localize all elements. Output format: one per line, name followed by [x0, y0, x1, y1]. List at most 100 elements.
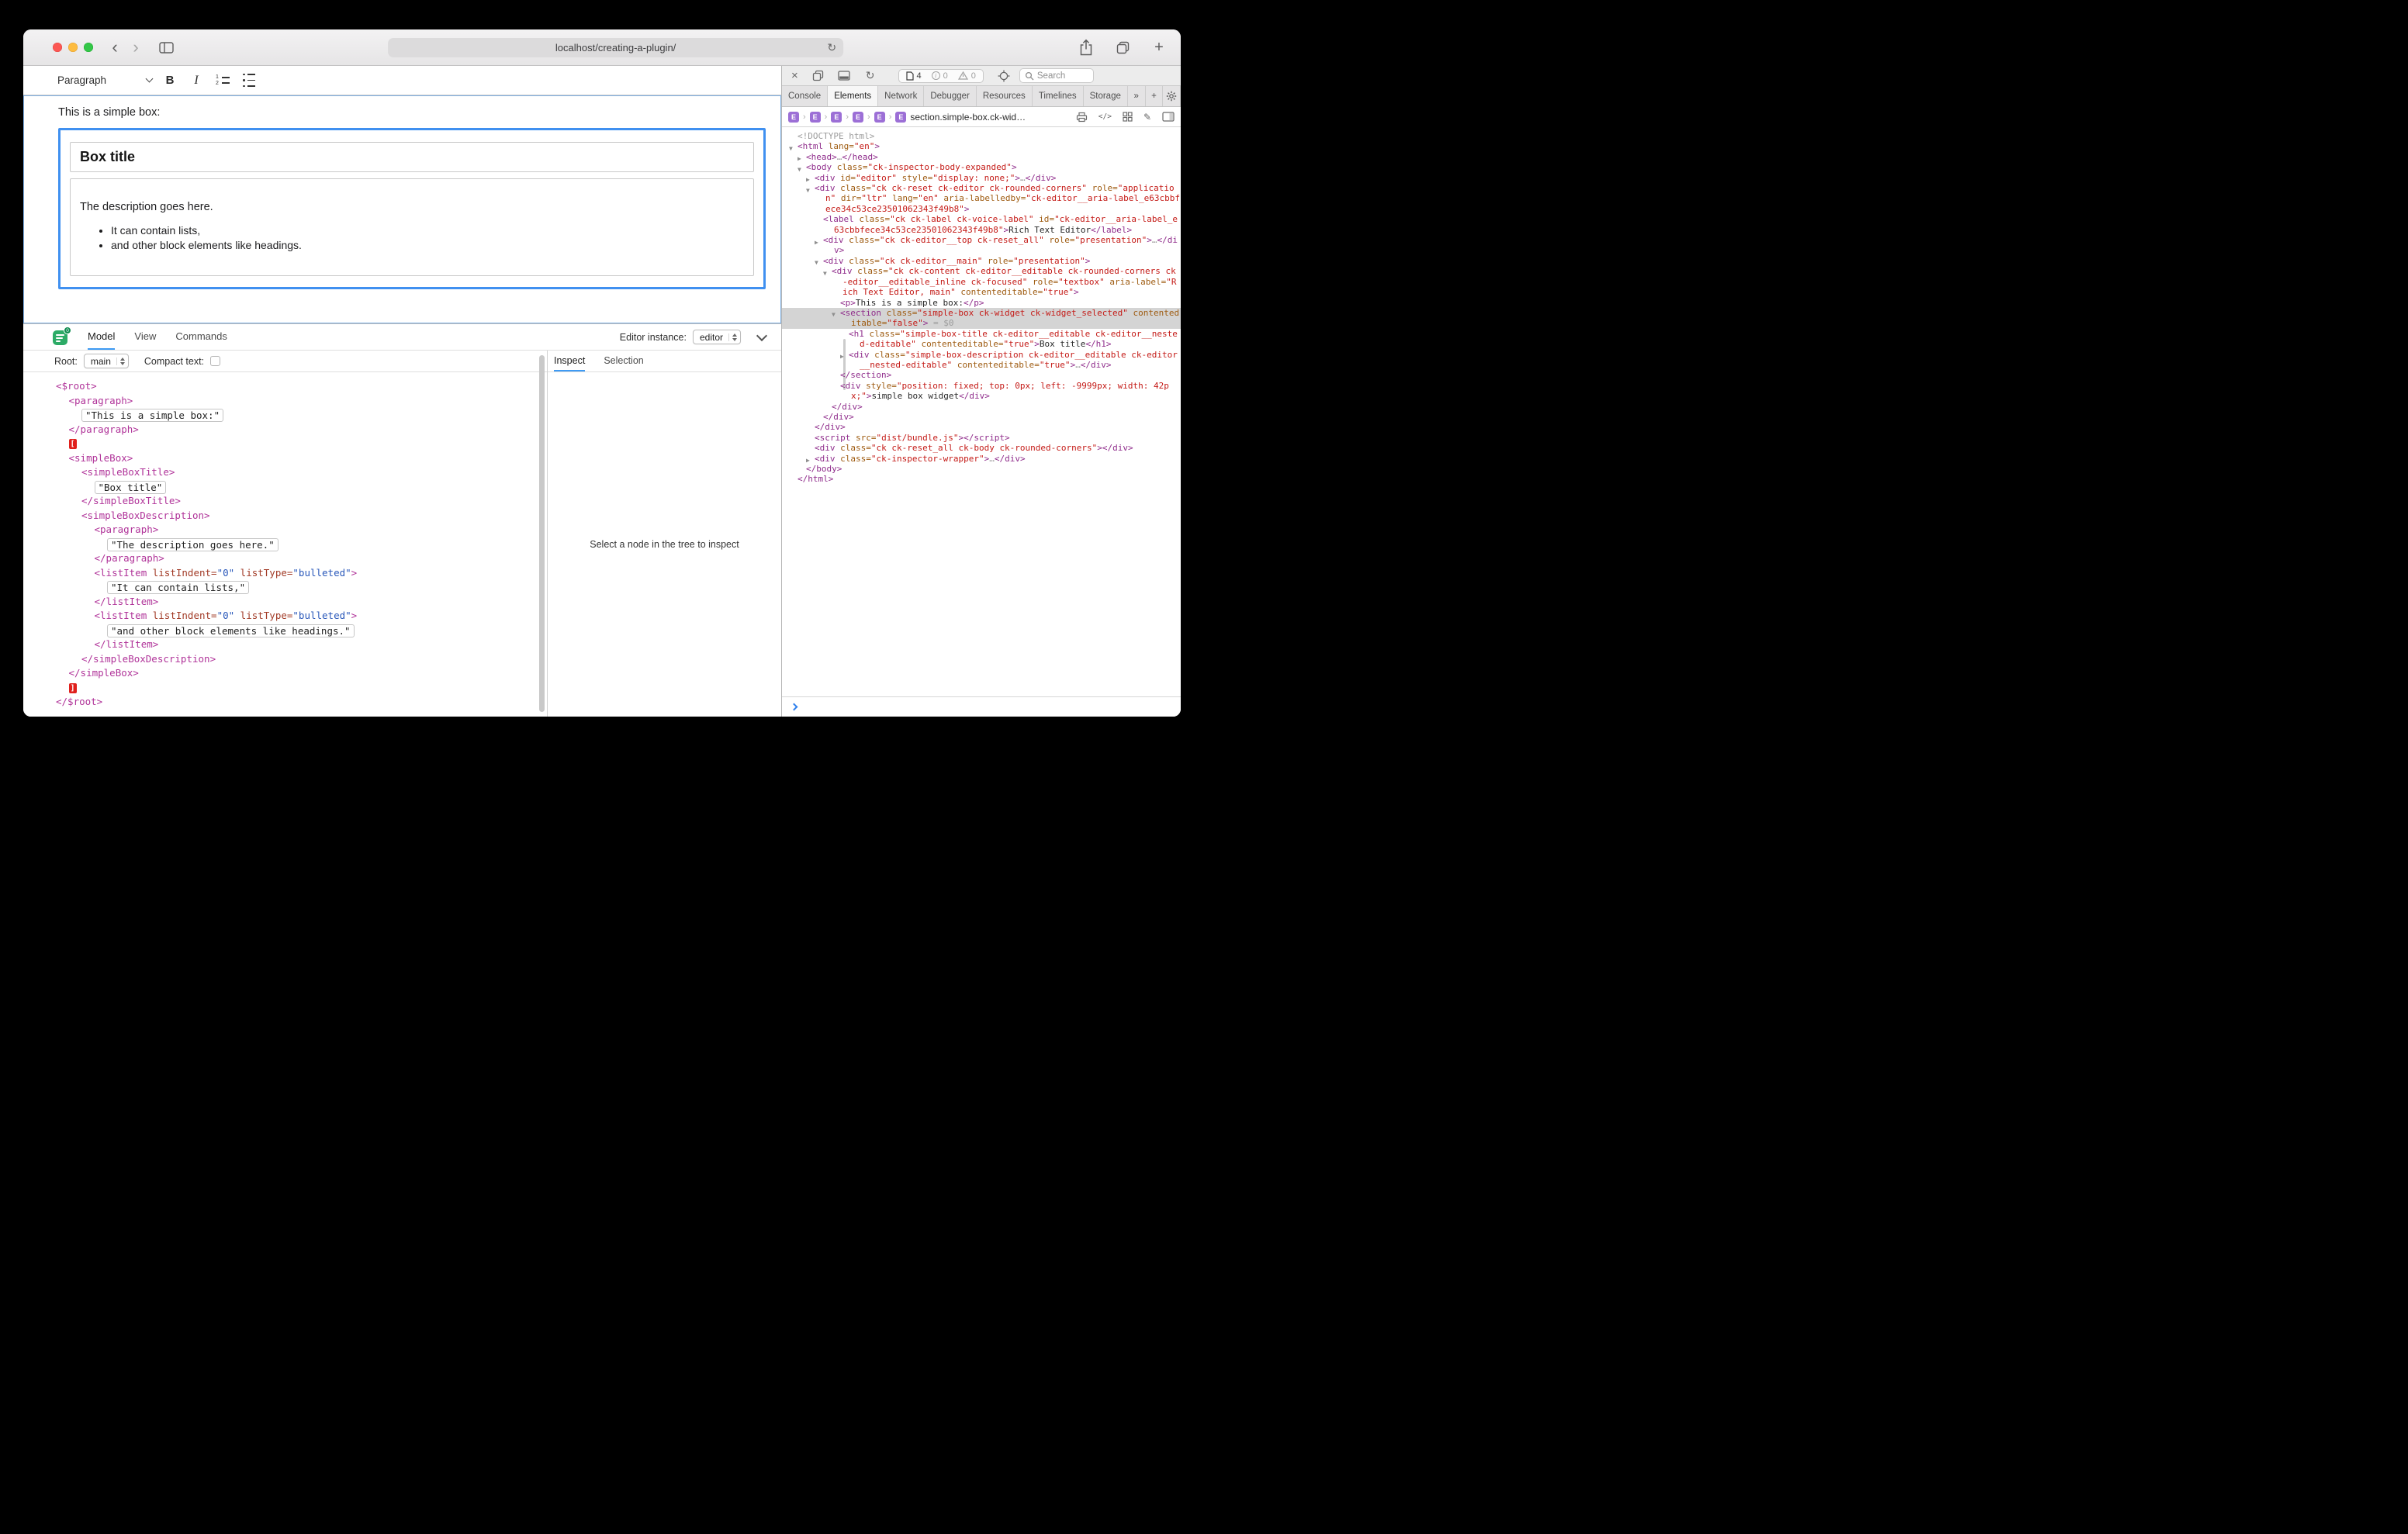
- dom-tree-line[interactable]: </section>: [782, 370, 1181, 380]
- intro-paragraph[interactable]: This is a simple box:: [58, 106, 766, 119]
- numbered-list-button[interactable]: 1 2: [214, 71, 231, 91]
- show-source-button[interactable]: </>: [1098, 112, 1112, 121]
- inspector-tab-network[interactable]: Network: [878, 86, 924, 106]
- model-tree-line[interactable]: <listItem listIndent="0" listType="bulle…: [56, 566, 536, 581]
- model-tree-line[interactable]: <paragraph>: [56, 394, 536, 409]
- model-tree-line[interactable]: "The description goes here.": [56, 537, 536, 552]
- close-inspector-button[interactable]: ×: [791, 69, 798, 82]
- bold-button[interactable]: B: [161, 71, 178, 91]
- model-tree-line[interactable]: <$root>: [56, 379, 536, 394]
- model-tree-line[interactable]: </listItem>: [56, 595, 536, 610]
- expanded-arrow-icon[interactable]: ▼: [806, 185, 810, 195]
- dom-tree-line[interactable]: ▶<head>…</head>: [782, 152, 1181, 162]
- model-tree-line[interactable]: <listItem listIndent="0" listType="bulle…: [56, 609, 536, 624]
- sidebar-button[interactable]: [155, 37, 177, 57]
- dom-tree-line[interactable]: ▶<div class="simple-box-description ck-e…: [782, 350, 1181, 371]
- model-tree-line[interactable]: <simpleBoxTitle>: [56, 465, 536, 480]
- dom-tree-line[interactable]: ▼<section class="simple-box ck-widget ck…: [782, 308, 1181, 329]
- edit-html-button[interactable]: ✎: [1143, 112, 1151, 123]
- breadcrumb-element-badge[interactable]: E: [831, 112, 842, 123]
- dom-tree-line[interactable]: </body>: [782, 464, 1181, 474]
- detach-window-button[interactable]: [812, 70, 824, 81]
- model-tree-line[interactable]: <simpleBoxDescription>: [56, 509, 536, 523]
- expanded-arrow-icon[interactable]: ▼: [823, 268, 827, 278]
- dom-tree-line[interactable]: ▼<body class="ck-inspector-body-expanded…: [782, 162, 1181, 172]
- detail-tab-selection[interactable]: Selection: [604, 351, 643, 371]
- inspector-tab-resources[interactable]: Resources: [977, 86, 1033, 106]
- forward-button[interactable]: ›: [126, 36, 146, 59]
- breadcrumb-element-badge[interactable]: E: [853, 112, 863, 123]
- root-select[interactable]: main: [84, 354, 129, 368]
- bulleted-list-button[interactable]: [240, 71, 258, 91]
- simple-box-title[interactable]: Box title: [70, 142, 754, 172]
- model-tree-line[interactable]: [: [56, 437, 536, 451]
- back-button[interactable]: ‹: [105, 36, 125, 59]
- element-picker-button[interactable]: [998, 70, 1010, 82]
- dom-tree-line[interactable]: <p>This is a simple box:</p>: [782, 298, 1181, 308]
- dom-tree-line[interactable]: ▼<div class="ck ck-content ck-editor__ed…: [782, 266, 1181, 297]
- dom-tree-line[interactable]: ▶<div class="ck-inspector-wrapper">…</di…: [782, 454, 1181, 464]
- model-tree-line[interactable]: "It can contain lists,": [56, 580, 536, 595]
- list-item[interactable]: and other block elements like headings.: [111, 238, 744, 253]
- simple-box-widget[interactable]: Box title The description goes here. It …: [58, 128, 766, 289]
- dom-tree-line[interactable]: <script src="dist/bundle.js"></script>: [782, 433, 1181, 443]
- overflow-tabs-button[interactable]: »: [1128, 86, 1146, 106]
- close-window-button[interactable]: [53, 43, 62, 52]
- search-input[interactable]: Search: [1019, 68, 1094, 83]
- breadcrumb-element-badge[interactable]: E: [810, 112, 821, 123]
- breadcrumb-selected-node[interactable]: section.simple-box.ck-wid…: [910, 112, 1026, 123]
- collapse-inspector-button[interactable]: [756, 330, 767, 340]
- dom-tree-line[interactable]: ▼<div class="ck ck-reset ck-editor ck-ro…: [782, 183, 1181, 214]
- paragraph-dropdown[interactable]: Paragraph: [57, 71, 152, 91]
- breadcrumb-element-badge[interactable]: E: [874, 112, 885, 123]
- model-tree-line[interactable]: <paragraph>: [56, 523, 536, 537]
- model-tree-line[interactable]: </simpleBoxTitle>: [56, 494, 536, 509]
- model-tree-line[interactable]: ]: [56, 681, 536, 696]
- inspector-tab-model[interactable]: Model: [88, 324, 115, 350]
- zoom-window-button[interactable]: [84, 43, 93, 52]
- list-item[interactable]: It can contain lists,: [111, 223, 744, 238]
- tree-scrollbar[interactable]: [539, 355, 545, 712]
- reload-page-button[interactable]: ↻: [866, 69, 875, 82]
- new-tab-button[interactable]: +: [1150, 36, 1168, 58]
- editor-instance-select[interactable]: editor: [693, 330, 741, 344]
- minimize-window-button[interactable]: [68, 43, 78, 52]
- dom-tree-line[interactable]: ▶<div class="ck ck-editor__top ck-reset_…: [782, 235, 1181, 256]
- inspector-tab-commands[interactable]: Commands: [175, 324, 227, 350]
- share-button[interactable]: [1077, 36, 1095, 58]
- dom-tree-line[interactable]: <!DOCTYPE html>: [782, 131, 1181, 141]
- inspector-tab-timelines[interactable]: Timelines: [1033, 86, 1084, 106]
- model-tree-line[interactable]: </listItem>: [56, 637, 536, 652]
- grid-overlay-button[interactable]: [1123, 112, 1133, 122]
- settings-button[interactable]: [1163, 86, 1181, 106]
- breadcrumb-element-badge[interactable]: E: [895, 112, 906, 123]
- dom-tree-line[interactable]: ▼<html lang="en">: [782, 141, 1181, 151]
- compact-text-checkbox[interactable]: [210, 356, 220, 366]
- add-tab-button[interactable]: +: [1146, 86, 1164, 106]
- collapsed-arrow-icon[interactable]: ▶: [840, 351, 844, 361]
- breadcrumb-element-badge[interactable]: E: [788, 112, 799, 123]
- model-tree-line[interactable]: <simpleBox>: [56, 451, 536, 466]
- dom-tree-line[interactable]: <div style="position: fixed; top: 0px; l…: [782, 381, 1181, 402]
- warning-count-badge[interactable]: 0: [958, 71, 976, 81]
- model-tree-line[interactable]: </$root>: [56, 695, 536, 710]
- italic-button[interactable]: I: [188, 71, 205, 91]
- toggle-details-sidebar-button[interactable]: [1162, 112, 1175, 122]
- expanded-arrow-icon[interactable]: ▼: [832, 309, 836, 320]
- inspector-tab-storage[interactable]: Storage: [1084, 86, 1128, 106]
- print-styles-button[interactable]: [1076, 112, 1088, 123]
- inspector-tab-debugger[interactable]: Debugger: [924, 86, 977, 106]
- detail-tab-inspect[interactable]: Inspect: [554, 351, 585, 371]
- model-tree-line[interactable]: </paragraph>: [56, 551, 536, 566]
- tab-overview-button[interactable]: [1113, 36, 1132, 58]
- dom-tree-line[interactable]: ▼<div class="ck ck-editor__main" role="p…: [782, 256, 1181, 266]
- model-tree-line[interactable]: "and other block elements like headings.…: [56, 624, 536, 638]
- inspector-tab-console[interactable]: Console: [782, 86, 828, 106]
- address-bar[interactable]: localhost/creating-a-plugin/ ↻: [388, 38, 843, 57]
- quick-console[interactable]: [782, 696, 1181, 717]
- model-tree-line[interactable]: </simpleBox>: [56, 666, 536, 681]
- dom-tree-line[interactable]: </div>: [782, 402, 1181, 412]
- dom-tree-line[interactable]: ▶<div id="editor" style="display: none;"…: [782, 173, 1181, 183]
- error-count-badge[interactable]: i 0: [932, 71, 948, 81]
- description-paragraph[interactable]: The description goes here.: [80, 201, 744, 213]
